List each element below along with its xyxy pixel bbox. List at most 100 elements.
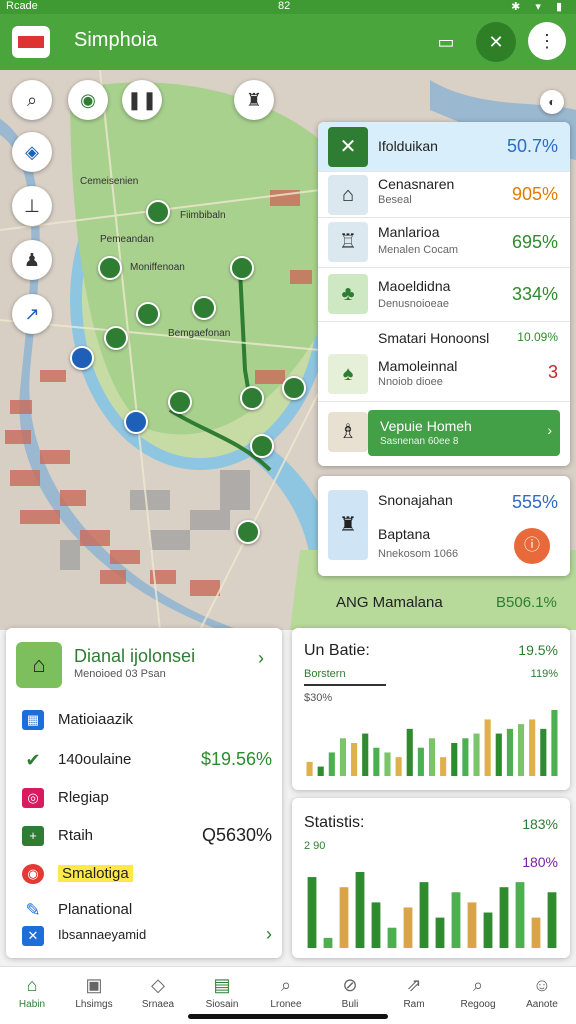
map-pin[interactable] [250, 434, 274, 458]
nav-label: Ram [403, 999, 425, 1010]
layout-icon[interactable]: ▭ [426, 22, 466, 62]
map-pin[interactable] [192, 296, 216, 320]
map-pin[interactable] [282, 376, 306, 400]
guide-icon[interactable]: ♟ [12, 240, 52, 280]
list-item[interactable]: ⌂ Cenasnaren Beseal 905% [318, 172, 570, 218]
nav-label: Siosain [205, 999, 239, 1010]
chart-bar [551, 710, 558, 776]
list-item[interactable]: ◉ Smalotiga [22, 862, 272, 886]
layer-icon[interactable]: ◈ [12, 132, 52, 172]
route-icon[interactable]: ↗ [12, 294, 52, 334]
item-label: Rlegiap [58, 789, 109, 806]
chart-bar [467, 902, 477, 948]
map-pin[interactable] [124, 410, 148, 434]
list-item[interactable]: ◎ Rlegiap [22, 786, 272, 810]
item-value: Q5630% [201, 825, 272, 845]
map-pin[interactable] [98, 256, 122, 280]
map-icon: ◇ [151, 975, 165, 995]
chart-bar [323, 937, 333, 948]
card-title-2: Baptana [378, 526, 431, 542]
search-icon[interactable]: ⌕ [12, 80, 52, 120]
item-label: Ibsannaeyamid [58, 927, 147, 942]
map-pin[interactable] [136, 302, 160, 326]
map-pin[interactable] [168, 390, 192, 414]
chevron-right-icon[interactable]: › [258, 648, 264, 669]
map-pin[interactable] [146, 200, 170, 224]
list-item[interactable]: ✕ Ibsannaeyamid › [22, 924, 272, 948]
card-subtitle: Nnekosom 1066 [378, 548, 459, 560]
status-bar: Rcade 82 ✱ ▾ ▮ [0, 0, 576, 14]
temple-icon: ⌂ [328, 175, 368, 215]
list-item[interactable]: + Rtaih Q5630% [22, 824, 272, 848]
list-item-title: Mamoleinnal [378, 358, 458, 374]
home-indicator [188, 1014, 388, 1019]
nav-item[interactable]: ⌕ Regoog [448, 973, 508, 1010]
featured-button[interactable]: Vepuie Homeh Sasnenan 60ee 8 › [368, 410, 560, 456]
list-item[interactable]: ✕ Ifolduikan 50.7% [318, 122, 570, 172]
list-item[interactable]: ▦ Matioiaazik [22, 708, 272, 732]
chart-bar [387, 927, 397, 948]
tree-icon: ♣ [328, 274, 368, 314]
cube-icon: ▣ [85, 975, 103, 995]
card-title: Snonajahan [378, 492, 453, 508]
place-card[interactable]: ♜ Snonajahan 555% Baptana Nnekosom 1066 … [318, 476, 570, 576]
close-icon[interactable]: ✕ [476, 22, 516, 62]
map-pin[interactable] [230, 256, 254, 280]
nav-item[interactable]: ▤ Siosain [192, 973, 252, 1010]
stamp-icon[interactable]: ⊥ [12, 186, 52, 226]
map-pin[interactable] [70, 346, 94, 370]
map-pin[interactable] [104, 326, 128, 350]
chart-bar [440, 757, 447, 776]
list-item-value: 10.09% [517, 330, 558, 344]
camera-icon: ◎ [22, 788, 44, 808]
list-item[interactable]: ♖ Manlarioa Menalen Cocam 695% [318, 218, 570, 268]
list-item[interactable]: ✔ 140oulaine $19.56% [22, 748, 272, 772]
nav-label: Buli [341, 999, 359, 1010]
nav-item[interactable]: ◇ Srnaea [128, 973, 188, 1010]
list-item-value: 695% [511, 232, 558, 252]
chart-bar [351, 743, 358, 776]
item-label: Planational [58, 901, 133, 918]
home-icon: ⌂ [26, 975, 38, 995]
nav-item[interactable]: ⌕ Lronee [256, 973, 316, 1010]
chart-bar [317, 766, 324, 776]
map-pin[interactable] [240, 386, 264, 410]
app-title: Simphoia [74, 29, 158, 51]
list-item[interactable]: ♣ Maoeldidna Denusnoioeae 334% [318, 268, 570, 322]
chevron-right-icon[interactable]: › [266, 924, 272, 945]
nav-item[interactable]: ⇗ Ram [384, 973, 444, 1010]
map-label: Pemeandan [100, 234, 154, 245]
user-icon: ☺ [532, 975, 552, 995]
list-item[interactable]: ✎ Planational [22, 898, 272, 922]
chart-bar [373, 747, 380, 776]
item-label: Matioiaazik [58, 711, 134, 728]
map-pin[interactable] [236, 520, 260, 544]
panel-subtitle: Menoioed 03 Psan [74, 668, 166, 680]
details-panel: ⌂ Dianal ijolonsei Menoioed 03 Psan › ▦ … [6, 628, 282, 958]
chart-bar [306, 761, 313, 776]
more-icon[interactable]: ⋮ [528, 22, 566, 60]
list-item[interactable]: Smatari Honoonsl 10.09% ♠ Mamoleinnal Nn… [318, 322, 570, 402]
stats-card: Un Batie: 19.5% Borstern 119% $30% [292, 628, 570, 790]
chart-bar [517, 724, 525, 776]
nav-home[interactable]: ⌂ Habin [2, 973, 62, 1010]
nav-item[interactable]: ⊘ Buli [320, 973, 380, 1010]
landmark-icon[interactable]: ♜ [234, 80, 274, 120]
nav-item[interactable]: ▣ Lhsimgs [64, 973, 124, 1010]
link-icon: ⊘ [342, 975, 358, 995]
chart-bar [307, 877, 317, 948]
map-label: Fiimbibaln [180, 210, 226, 221]
info-icon[interactable]: ⓘ [514, 528, 550, 564]
location-icon[interactable]: ◉ [68, 80, 108, 120]
status-carrier: Rcade [6, 0, 38, 12]
chart-bar [451, 892, 461, 948]
pause-icon[interactable]: ❚❚ [122, 80, 162, 120]
compass-icon[interactable]: ◐ [540, 90, 564, 114]
chart-bar [547, 892, 557, 948]
list-item[interactable]: ♗ Vepuie Homeh Sasnenan 60ee 8 › [318, 402, 570, 466]
chart-bar [355, 872, 365, 948]
map-label: Bemgaefonan [168, 328, 231, 339]
nav-item[interactable]: ☺ Aanote [512, 973, 572, 1010]
map-label: Cemeisenien [80, 176, 139, 187]
list-item-title: Ifolduikan [378, 138, 438, 154]
